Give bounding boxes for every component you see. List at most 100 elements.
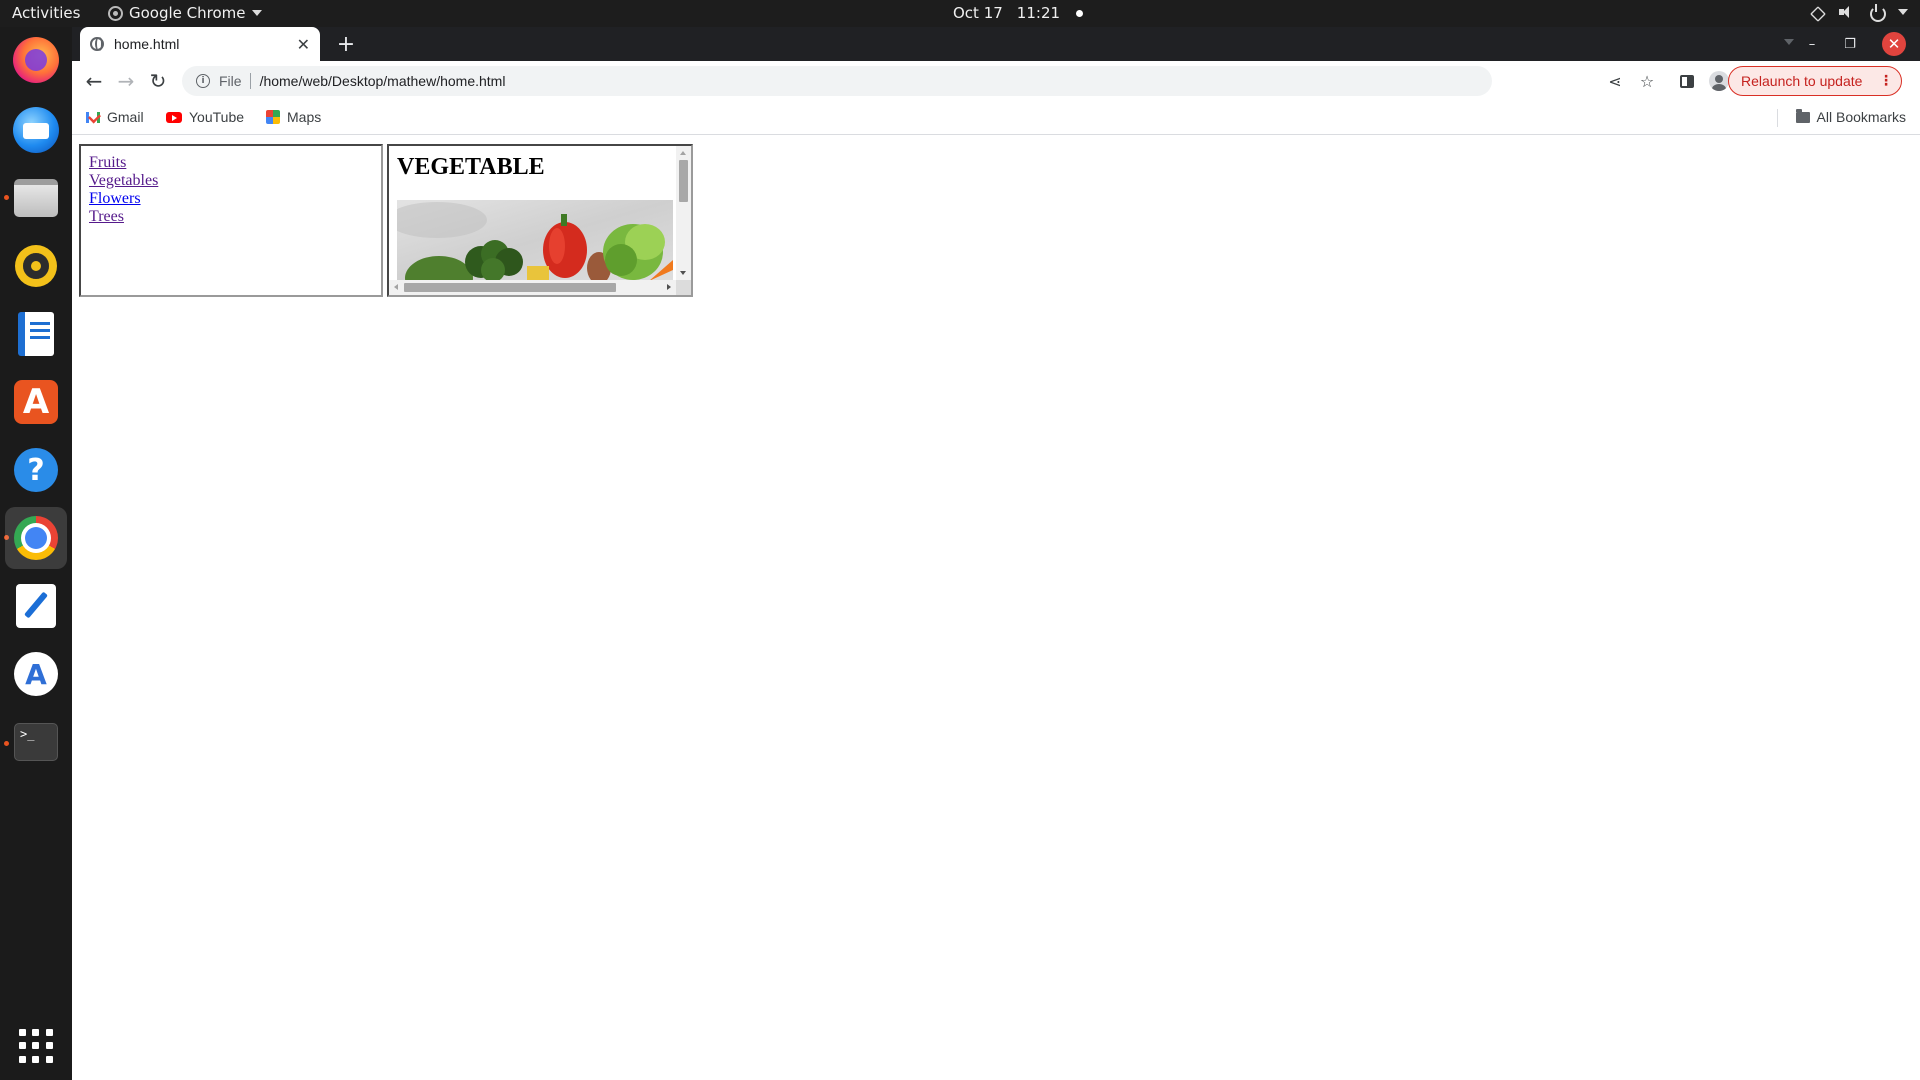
clock-time: 11:21 (1016, 4, 1061, 22)
running-indicator (4, 195, 9, 200)
bookmarks-bar: Gmail YouTube Maps All Bookmarks (72, 101, 1920, 135)
nav-frame: Fruits Vegetables Flowers Trees (79, 144, 383, 297)
share-icon[interactable]: ⋖ (1604, 70, 1626, 92)
bookmark-label: Maps (287, 109, 322, 125)
bookmark-maps[interactable]: Maps (266, 109, 321, 125)
tab-title: home.html (114, 36, 180, 52)
nav-link-list: Fruits Vegetables Flowers Trees (89, 154, 158, 226)
clock[interactable]: Oct 17 11:21 (953, 4, 1084, 22)
app-menu-label: Google Chrome (129, 4, 246, 22)
dock: A ? A >_ (0, 27, 72, 1080)
notification-dot-icon (1076, 9, 1084, 17)
dock-terminal[interactable]: >_ (11, 717, 61, 767)
side-panel-button[interactable] (1676, 70, 1698, 92)
gmail-icon (86, 111, 100, 123)
dock-chrome[interactable] (5, 507, 67, 569)
all-bookmarks-button[interactable]: All Bookmarks (1795, 108, 1906, 125)
tab-search-icon[interactable] (1784, 39, 1794, 45)
side-panel-icon (1680, 74, 1694, 88)
bookmark-label: Gmail (107, 109, 144, 125)
show-apps-icon (19, 1029, 53, 1063)
address-url[interactable]: /home/web/Desktop/mathew/home.html (260, 73, 506, 89)
bookmarks-divider (1777, 109, 1778, 127)
dock-text-editor[interactable] (11, 581, 61, 631)
restore-button[interactable]: ❐ (1838, 32, 1862, 56)
dock-help[interactable]: ? (11, 445, 61, 495)
nav-link-trees[interactable]: Trees (89, 208, 158, 226)
vegetables-image (397, 200, 673, 281)
new-tab-button[interactable]: + (334, 32, 358, 57)
activities-button[interactable]: Activities (12, 4, 80, 22)
rhythmbox-icon (15, 245, 57, 287)
maps-icon (266, 110, 280, 124)
dock-rhythmbox[interactable] (11, 241, 61, 291)
content-frame[interactable]: VEGETABLE (387, 144, 693, 297)
forward-button[interactable]: → (112, 67, 140, 95)
volume-icon[interactable] (1838, 4, 1854, 20)
avatar-icon (1709, 71, 1729, 91)
bookmark-label: YouTube (189, 109, 245, 125)
files-icon (14, 179, 58, 217)
vegetables-photo (397, 200, 673, 281)
profile-button[interactable] (1708, 70, 1730, 92)
content-title: VEGETABLE (397, 154, 545, 180)
address-bar[interactable]: i File /home/web/Desktop/mathew/home.htm… (182, 66, 1492, 96)
minimize-button[interactable]: – (1800, 32, 1824, 56)
nav-link-fruits[interactable]: Fruits (89, 154, 158, 172)
tab-strip: home.html ✕ + – ❐ ✕ (72, 27, 1920, 61)
bookmark-youtube[interactable]: YouTube (166, 109, 244, 125)
scroll-up-icon[interactable] (680, 151, 686, 155)
address-scheme: File (219, 73, 242, 89)
vertical-scrollbar[interactable] (676, 146, 691, 280)
chevron-down-icon[interactable] (1898, 9, 1908, 15)
horizontal-scroll-thumb[interactable] (404, 283, 616, 292)
system-tray[interactable] (1808, 4, 1908, 22)
system-top-bar: Activities Google Chrome Oct 17 11:21 (0, 0, 1920, 27)
nav-link-vegetables[interactable]: Vegetables (89, 172, 158, 190)
info-icon[interactable]: i (196, 74, 210, 88)
dock-android-studio[interactable]: A (11, 649, 61, 699)
window-close-button[interactable]: ✕ (1882, 32, 1906, 56)
chrome-icon (14, 516, 58, 560)
bookmark-star-icon[interactable]: ☆ (1636, 70, 1658, 92)
bookmark-gmail[interactable]: Gmail (86, 109, 144, 125)
help-icon: ? (14, 448, 58, 492)
thunderbird-icon (13, 107, 59, 153)
libreoffice-writer-icon (18, 312, 54, 356)
nav-link-flowers[interactable]: Flowers (89, 190, 158, 208)
app-center-icon: A (14, 380, 58, 424)
chrome-mini-icon (108, 5, 123, 21)
running-indicator (4, 741, 9, 746)
tab-home-html[interactable]: home.html ✕ (80, 27, 320, 61)
reload-button[interactable]: ↻ (144, 67, 172, 95)
dock-firefox[interactable] (11, 35, 61, 85)
app-menu[interactable]: Google Chrome (108, 4, 262, 22)
more-vertical-icon[interactable]: ⋮ (1879, 73, 1893, 89)
vertical-scroll-thumb[interactable] (679, 160, 688, 202)
tab-close-icon[interactable]: ✕ (297, 35, 310, 54)
clock-date: Oct 17 (953, 4, 1003, 22)
scroll-right-icon[interactable] (667, 284, 671, 290)
horizontal-scrollbar[interactable] (389, 280, 676, 295)
power-icon[interactable] (1868, 4, 1886, 22)
scroll-down-icon[interactable] (680, 271, 686, 275)
scroll-left-icon[interactable] (394, 284, 398, 290)
dock-writer[interactable] (11, 309, 61, 359)
show-apps-button[interactable] (11, 1021, 61, 1071)
address-separator (249, 73, 251, 89)
chevron-down-icon (251, 10, 262, 16)
youtube-icon (166, 111, 182, 123)
all-bookmarks-label: All Bookmarks (1816, 109, 1906, 125)
dock-app-center[interactable]: A (11, 377, 61, 427)
terminal-icon: >_ (14, 723, 58, 761)
dock-files[interactable] (11, 173, 61, 223)
back-button[interactable]: ← (80, 67, 108, 95)
globe-icon (90, 37, 104, 51)
page-viewport: Fruits Vegetables Flowers Trees VEGETABL… (72, 135, 1920, 1080)
text-editor-icon (16, 584, 56, 628)
dock-thunderbird[interactable] (11, 105, 61, 155)
network-icon[interactable] (1808, 4, 1824, 20)
browser-toolbar: ← → ↻ i File /home/web/Desktop/mathew/ho… (72, 61, 1920, 101)
relaunch-to-update-button[interactable]: Relaunch to update ⋮ (1728, 66, 1902, 96)
firefox-icon (13, 37, 59, 83)
